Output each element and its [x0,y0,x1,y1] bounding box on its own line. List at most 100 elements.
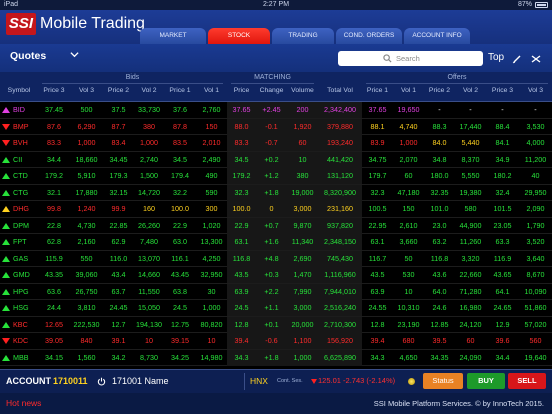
tab-cond-orders[interactable]: COND. ORDERS [336,28,402,44]
column-header-2[interactable]: Vol 3 [70,87,103,94]
symbol-cell[interactable]: BID [0,102,38,118]
cell-vol-2: 13,070 [138,253,160,263]
table-row[interactable]: GAS 115.9 550 116.0 13,070 116.1 4,250 116.8 +4.… [0,250,552,267]
account-number[interactable]: 1710011 [53,376,88,386]
table-row[interactable]: DPM 22.8 4,730 22.85 26,260 22.9 1,020 22.9 +0.7… [0,217,552,234]
column-header-15[interactable]: Price 3 [486,87,519,94]
cell-vol-1: 150 [402,204,415,213]
symbol-text: HSG [13,303,29,312]
column-header-13[interactable]: Price 2 [424,87,455,94]
tab-trading[interactable]: TRADING [272,28,334,44]
group-divider [231,83,314,84]
column-header-5[interactable]: Price 1 [164,87,196,94]
hot-news-link[interactable]: Hot news [6,398,41,408]
cell-price-1: 100.5 [368,204,387,213]
symbol-cell[interactable]: KBC [0,317,38,333]
index-down-arrow-icon [311,379,317,384]
table-row[interactable]: BVH 83.3 1,000 83.4 1,000 83.5 2,010 83.3 -0.7 60… [0,135,552,152]
column-header-3[interactable]: Price 2 [103,87,134,94]
cell-vol-1: 2,010 [202,138,221,147]
symbol-cell[interactable]: DPM [0,218,38,234]
tab-market[interactable]: MARKET [140,28,206,44]
table-row[interactable]: CII 34.4 18,660 34.45 2,740 34.5 2,490 34.5 +0.2… [0,151,552,168]
cell-vol-3: 39,060 [75,270,98,279]
symbol-text: GMD [13,270,30,279]
symbol-cell[interactable]: CII [0,152,38,168]
cell-price: 116.8 [232,253,251,263]
symbol-cell[interactable]: FPT [0,234,38,250]
cell-price-3: 37.45 [45,105,63,114]
column-header-14[interactable]: Vol 2 [455,87,486,94]
column-header-8[interactable]: Change [256,87,287,94]
cell-price-2: 12.7 [111,319,126,329]
cell-vol-3: 6,290 [77,121,96,131]
symbol-cell[interactable]: GAS [0,251,38,267]
cell-vol-1: 60 [404,171,413,180]
tab-account-info[interactable]: ACCOUNT INFO [404,28,470,44]
symbol-cell[interactable]: CTD [0,168,38,184]
chevron-down-icon[interactable] [70,50,79,59]
symbol-cell[interactable]: HSG [0,300,38,316]
column-header-9[interactable]: Volume [287,87,318,94]
quotes-dropdown-label[interactable]: Quotes [10,50,46,62]
table-row[interactable]: DHG 99.8 1,240 99.9 160 100.0 300 100.0 0 3,000 23… [0,201,552,218]
column-header-4[interactable]: Vol 2 [134,87,164,94]
cell-vol-3: 51,860 [524,303,547,312]
cell-price-2: 23.0 [432,220,447,230]
cell-vol-1: 2,760 [202,105,221,114]
search-box[interactable] [338,51,483,66]
status-button[interactable]: Status [423,373,463,389]
tab-stock[interactable]: STOCK [208,28,270,44]
symbol-text: DPM [13,220,29,230]
column-header-12[interactable]: Vol 1 [393,87,424,94]
cell-price-1: 179.4 [171,171,189,180]
top-filter-label[interactable]: Top [488,52,504,63]
cell-vol-2: 17,440 [459,121,482,131]
symbol-cell[interactable]: BVH [0,135,38,151]
sell-button[interactable]: SELL [508,373,546,389]
symbol-cell[interactable]: GMD [0,267,38,283]
symbol-cell[interactable]: BMP [0,119,38,135]
cell-price-2: 101.0 [430,204,449,213]
power-icon[interactable] [97,377,106,386]
table-row[interactable]: KDC 39.05 840 39.1 10 39.15 10 39.4 -0.6 1,100 156… [0,333,552,350]
column-header-16[interactable]: Vol 3 [519,87,552,94]
pencil-icon[interactable] [512,54,522,64]
symbol-cell[interactable]: KDC [0,333,38,349]
buy-button[interactable]: BUY [467,373,505,389]
cell-price-1: 24.5 [173,303,187,312]
table-row[interactable]: KBC 12.65 222,530 12.7 194,130 12.75 80,820 12.… [0,316,552,333]
table-row[interactable]: BID 37.45 500 37.5 33,730 37.6 2,760 37.65 +2.45… [0,102,552,119]
column-header-0[interactable]: Symbol [0,87,38,94]
cell-total-vol: 441,420 [327,154,353,164]
trend-arrow-icon [2,156,10,163]
column-header-10[interactable]: Total Vol [318,87,362,94]
search-input[interactable] [396,51,476,66]
symbol-cell[interactable]: CTG [0,185,38,201]
table-row[interactable]: HSG 24.4 3,810 24.45 15,050 24.5 1,000 24.5 +1.1… [0,300,552,317]
table-row[interactable]: HPG 63.6 26,750 63.7 11,550 63.8 30 63.9 +2.2 7,9… [0,283,552,300]
column-header-11[interactable]: Price 1 [362,87,393,94]
app-header: SSI Mobile Trading MARKET STOCK TRADING … [0,10,552,44]
status-bar: iPad 2:27 PM 87% [0,0,552,10]
table-row[interactable]: GMD 43.35 39,060 43.4 14,660 43.45 32,950 43.5 +… [0,267,552,284]
symbol-cell[interactable]: MBB [0,350,38,366]
cell-total-vol: 2,710,300 [324,319,356,329]
cell-price-3: 32.1 [47,187,61,197]
column-header-6[interactable]: Vol 1 [196,87,227,94]
symbol-cell[interactable]: HPG [0,284,38,300]
table-row[interactable]: CTG 32.1 17,880 32.15 14,720 32.2 590 32.3 +1.8 1… [0,184,552,201]
cell-price: 12.8 [234,319,249,329]
table-row[interactable]: MBB 34.15 1,560 34.2 8,730 34.25 14,980 34.3 +1.… [0,349,552,366]
column-header-1[interactable]: Price 3 [38,87,70,94]
tools-icon[interactable] [530,54,542,64]
cell-price-1: 116.1 [171,253,189,263]
table-row[interactable]: FPT 62.8 2,160 62.9 7,480 63.0 13,300 63.1 +1.6 1… [0,234,552,251]
symbol-cell[interactable]: DHG [0,201,38,217]
cell-price-3: 99.8 [47,204,61,213]
cell-change: +2.2 [264,286,279,296]
table-row[interactable]: CTD 179.2 5,910 179.3 1,500 179.4 490 179.2 +1.2… [0,168,552,185]
cell-price-2: 99.9 [111,204,126,213]
column-header-7[interactable]: Price [227,87,256,94]
table-row[interactable]: BMP 87.6 6,290 87.7 380 87.8 150 88.0 -0.1 1,920 3… [0,118,552,135]
